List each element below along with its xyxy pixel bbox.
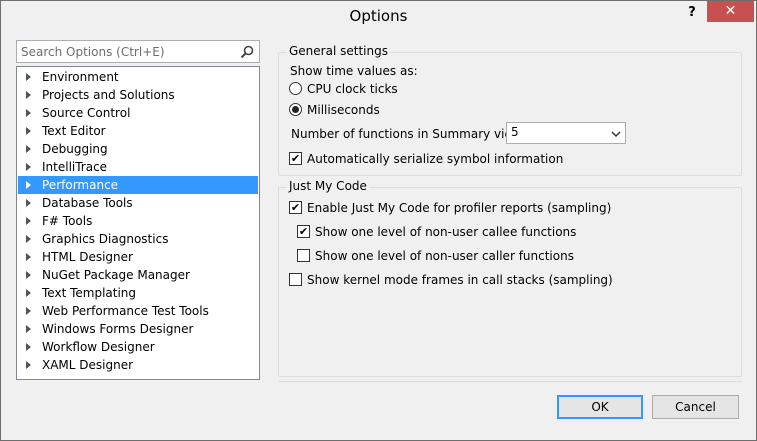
help-button[interactable]: ? [684,5,700,23]
check-icon[interactable] [289,273,302,286]
tree-item-label: Workflow Designer [42,340,155,354]
expand-arrow-icon[interactable] [26,271,31,279]
tree-item-source-control[interactable]: Source Control [18,104,258,122]
expand-arrow-icon[interactable] [26,73,31,81]
options-tree[interactable]: Environment Projects and Solutions Source … [16,66,260,380]
tree-item-label: Source Control [42,106,131,120]
expand-arrow-icon[interactable] [26,253,31,261]
functions-count-value: 5 [511,125,519,139]
tree-item-projects-and-solutions[interactable]: Projects and Solutions [18,86,258,104]
check-icon[interactable]: ✔ [289,152,302,165]
tree-item-f-tools[interactable]: F# Tools [18,212,258,230]
window-title: Options [349,7,408,25]
functions-count-select[interactable]: 5 [506,122,626,144]
tree-item-debugging[interactable]: Debugging [18,140,258,158]
tree-item-windows-forms-designer[interactable]: Windows Forms Designer [18,320,258,338]
ok-button[interactable]: OK [557,395,643,419]
tree-item-label: F# Tools [42,214,93,228]
check-icon[interactable]: ✔ [289,201,302,214]
title-bar: Options ? ✕ [1,1,756,31]
chevron-down-icon [611,131,621,138]
tree-item-label: Text Editor [42,124,106,138]
time-values-text: Show time values as: [290,64,418,78]
radio-ms-label: Milliseconds [307,103,380,117]
check-icon[interactable] [297,249,310,262]
time-values-label: Show time values as: [290,62,418,80]
check-icon[interactable]: ✔ [297,225,310,238]
tree-item-workflow-designer[interactable]: Workflow Designer [18,338,258,356]
tree-item-intellitrace[interactable]: IntelliTrace [18,158,258,176]
cancel-button[interactable]: Cancel [652,395,739,419]
tree-item-label: Projects and Solutions [42,88,175,102]
tree-item-xaml-designer[interactable]: XAML Designer [18,356,258,374]
search-icon[interactable] [239,44,255,60]
expand-arrow-icon[interactable] [26,91,31,99]
expand-arrow-icon[interactable] [26,343,31,351]
options-window: Options ? ✕ Environment Projects and Solu… [0,0,757,441]
tree-item-label: Debugging [42,142,108,156]
expand-arrow-icon[interactable] [26,199,31,207]
expand-arrow-icon[interactable] [26,235,31,243]
serialize-symbols-label: Automatically serialize symbol informati… [307,152,564,166]
tree-item-label: Graphics Diagnostics [42,232,169,246]
close-button[interactable]: ✕ [707,1,754,22]
search-box[interactable] [16,40,260,63]
expand-arrow-icon[interactable] [26,163,31,171]
tree-item-web-performance-test-tools[interactable]: Web Performance Test Tools [18,302,258,320]
tree-item-text-editor[interactable]: Text Editor [18,122,258,140]
expand-arrow-icon[interactable] [26,109,31,117]
tree-item-label: XAML Designer [42,358,134,372]
divider [278,381,742,382]
radio-ms-icon[interactable] [289,103,302,116]
close-icon: ✕ [724,3,737,19]
expand-arrow-icon[interactable] [26,289,31,297]
tree-item-nuget-package-manager[interactable]: NuGet Package Manager [18,266,258,284]
radio-cpu-label: CPU clock ticks [307,82,398,96]
tree-item-label: Environment [42,70,119,84]
tree-item-label: NuGet Package Manager [42,268,190,282]
expand-arrow-icon[interactable] [26,181,31,189]
tree-item-database-tools[interactable]: Database Tools [18,194,258,212]
tree-item-label: Web Performance Test Tools [42,304,209,318]
expand-arrow-icon[interactable] [26,127,31,135]
tree-item-performance[interactable]: Performance [18,176,258,194]
tree-item-environment[interactable]: Environment [18,68,258,86]
expand-arrow-icon[interactable] [26,307,31,315]
tree-item-text-templating[interactable]: Text Templating [18,284,258,302]
tree-item-label: HTML Designer [42,250,133,264]
group-title: Just My Code [287,179,369,193]
expand-arrow-icon[interactable] [26,325,31,333]
tree-item-label: Text Templating [42,286,137,300]
tree-item-label: Performance [42,178,119,192]
enable-jmc-label: Enable Just My Code for profiler reports… [307,201,612,215]
caller-functions-label: Show one level of non-user caller functi… [315,249,574,263]
expand-arrow-icon[interactable] [26,361,31,369]
tree-item-graphics-diagnostics[interactable]: Graphics Diagnostics [18,230,258,248]
kernel-frames-label: Show kernel mode frames in call stacks (… [307,273,613,287]
radio-cpu-icon[interactable] [289,82,302,95]
search-input[interactable] [21,44,231,60]
tree-item-label: Windows Forms Designer [42,322,194,336]
tree-item-label: Database Tools [42,196,133,210]
tree-item-label: IntelliTrace [42,160,108,174]
group-title: General settings [287,44,390,58]
expand-arrow-icon[interactable] [26,217,31,225]
tree-item-html-designer[interactable]: HTML Designer [18,248,258,266]
callee-functions-label: Show one level of non-user callee functi… [315,225,577,239]
expand-arrow-icon[interactable] [26,145,31,153]
functions-count-text: Number of functions in Summary view: [291,127,526,141]
functions-count-label: Number of functions in Summary view: [291,125,525,143]
